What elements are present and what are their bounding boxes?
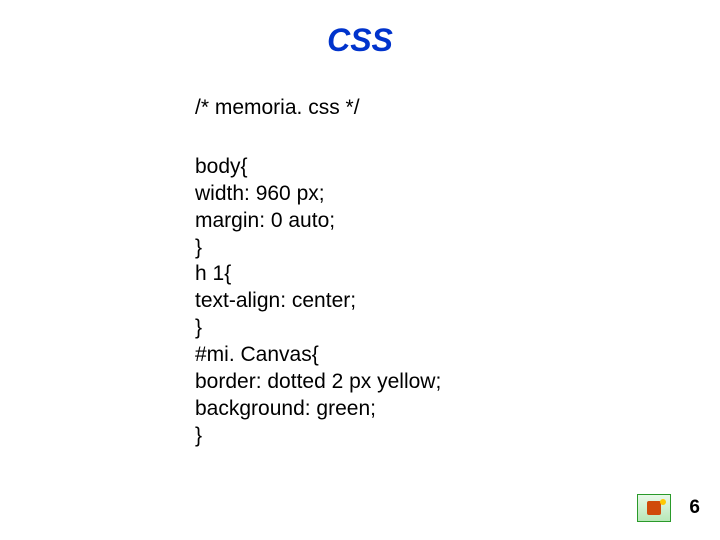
code-line: width: 960 px; — [195, 181, 441, 208]
code-line: h 1{ — [195, 261, 441, 288]
code-line: } — [195, 235, 441, 262]
code-block: body{ width: 960 px; margin: 0 auto; } h… — [195, 154, 441, 450]
logo-icon — [637, 494, 671, 522]
code-line: body{ — [195, 154, 441, 181]
code-line: } — [195, 315, 441, 342]
code-line: #mi. Canvas{ — [195, 342, 441, 369]
code-line: margin: 0 auto; — [195, 208, 441, 235]
code-line: background: green; — [195, 396, 441, 423]
code-line: } — [195, 423, 441, 450]
code-comment: /* memoria. css */ — [195, 95, 441, 122]
slide-footer: 6 — [637, 494, 700, 522]
slide-title: CSS — [0, 22, 720, 59]
page-number: 6 — [689, 497, 700, 519]
code-line: text-align: center; — [195, 288, 441, 315]
code-line: border: dotted 2 px yellow; — [195, 369, 441, 396]
slide-content: /* memoria. css */ body{ width: 960 px; … — [195, 95, 441, 450]
